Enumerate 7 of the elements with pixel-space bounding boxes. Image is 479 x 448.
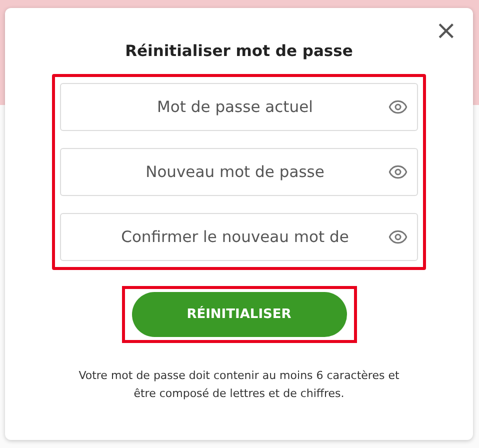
reset-button[interactable]: RÉINITIALISER bbox=[132, 292, 346, 337]
password-field[interactable]: Confirmer le nouveau mot de bbox=[60, 213, 418, 261]
password-hint: Votre mot de passe doit contenir au moins 6 caractères et être composé de lettres et de chiffres. bbox=[78, 368, 400, 402]
password-field[interactable]: Nouveau mot de passe bbox=[60, 148, 418, 196]
password-field[interactable]: Mot de passe actuel bbox=[60, 83, 418, 131]
close-button[interactable]: × bbox=[431, 18, 461, 44]
dialog-title: Réinitialiser mot de passe bbox=[125, 42, 353, 60]
